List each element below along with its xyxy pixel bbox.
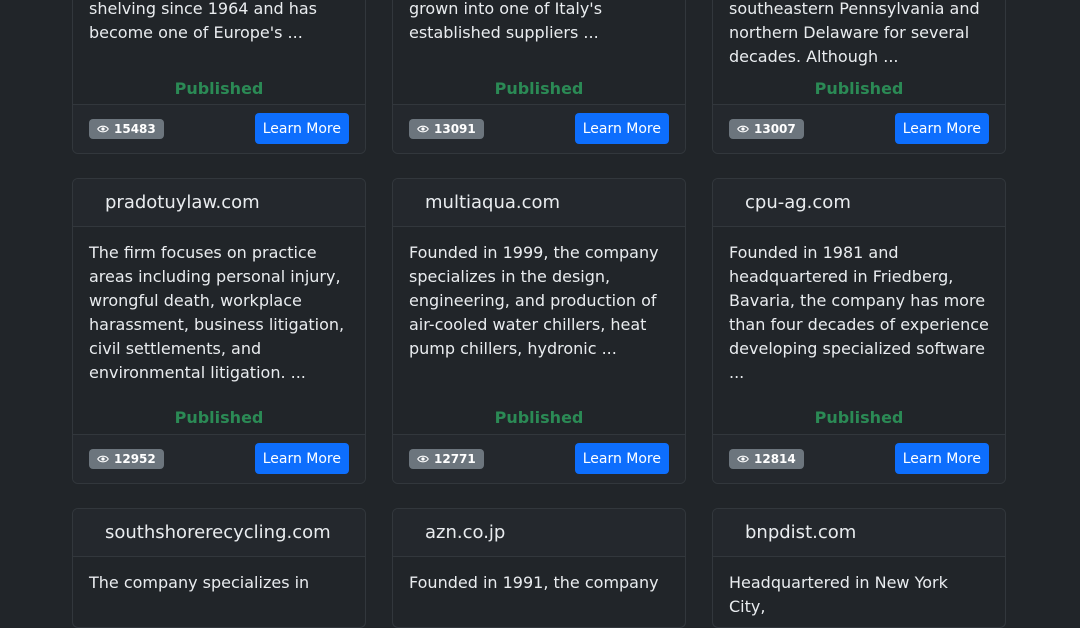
card-description: Headquartered in New York City,	[729, 573, 948, 616]
eye-icon	[737, 125, 749, 133]
company-card: cpu-ag.com Founded in 1981 and headquart…	[712, 178, 1006, 484]
learn-more-button[interactable]: Learn More	[574, 113, 669, 144]
views-count: 12771	[434, 452, 476, 466]
card-description: grown into one of Italy's established su…	[409, 0, 603, 42]
card-description: The company specializes in	[89, 573, 310, 592]
card-footer: 12771 Learn More	[393, 434, 685, 483]
status-label: Published	[494, 408, 584, 427]
views-count: 13007	[754, 122, 796, 136]
card-header: azn.co.jp	[393, 509, 685, 557]
views-count: 13091	[434, 122, 476, 136]
learn-more-button[interactable]: Learn More	[254, 443, 349, 474]
eye-icon	[417, 455, 429, 463]
card-body: southeastern Pennsylvania and northern D…	[713, 0, 1005, 69]
eye-icon	[737, 455, 749, 463]
card-body: Headquartered in New York City,	[713, 557, 1005, 619]
card-description: southeastern Pennsylvania and northern D…	[729, 0, 980, 66]
card-footer: 12814 Learn More	[713, 434, 1005, 483]
views-badge: 12952	[89, 449, 164, 469]
card-body: The company specializes in	[73, 557, 365, 595]
company-card: southeastern Pennsylvania and northern D…	[712, 0, 1006, 154]
card-header: pradotuylaw.com	[73, 179, 365, 227]
company-card: grown into one of Italy's established su…	[392, 0, 686, 154]
company-card: southshorerecycling.com The company spec…	[72, 508, 366, 628]
company-domain[interactable]: azn.co.jp	[425, 522, 505, 543]
card-description: Founded in 1999, the company specializes…	[409, 243, 659, 358]
card-body: Founded in 1999, the company specializes…	[393, 227, 685, 361]
company-card: pradotuylaw.com The firm focuses on prac…	[72, 178, 366, 484]
status-label: Published	[494, 79, 584, 98]
card-description: Founded in 1981 and headquartered in Fri…	[729, 243, 989, 382]
card-body: Founded in 1991, the company	[393, 557, 685, 595]
card-header: southshorerecycling.com	[73, 509, 365, 557]
card-footer: 15483 Learn More	[73, 104, 365, 153]
learn-more-button[interactable]: Learn More	[254, 113, 349, 144]
card-header: multiaqua.com	[393, 179, 685, 227]
company-domain[interactable]: bnpdist.com	[745, 522, 856, 543]
company-domain[interactable]: multiaqua.com	[425, 192, 560, 213]
eye-icon	[97, 125, 109, 133]
card-body: The firm focuses on practice areas inclu…	[73, 227, 365, 385]
learn-more-button[interactable]: Learn More	[894, 113, 989, 144]
card-header: bnpdist.com	[713, 509, 1005, 557]
views-count: 12814	[754, 452, 796, 466]
card-description: shelving since 1964 and has become one o…	[89, 0, 317, 42]
card-body: grown into one of Italy's established su…	[393, 0, 685, 45]
views-count: 12952	[114, 452, 156, 466]
learn-more-button[interactable]: Learn More	[894, 443, 989, 474]
company-card: azn.co.jp Founded in 1991, the company	[392, 508, 686, 628]
views-badge: 12814	[729, 449, 804, 469]
card-body: shelving since 1964 and has become one o…	[73, 0, 365, 45]
card-header: cpu-ag.com	[713, 179, 1005, 227]
card-footer: 12952 Learn More	[73, 434, 365, 483]
views-badge: 15483	[89, 119, 164, 139]
card-footer: 13007 Learn More	[713, 104, 1005, 153]
company-domain[interactable]: pradotuylaw.com	[105, 192, 260, 213]
card-description: Founded in 1991, the company	[409, 573, 659, 592]
company-card: bnpdist.com Headquartered in New York Ci…	[712, 508, 1006, 628]
status-label: Published	[814, 79, 904, 98]
views-count: 15483	[114, 122, 156, 136]
status-label: Published	[174, 408, 264, 427]
eye-icon	[417, 125, 429, 133]
company-card: multiaqua.com Founded in 1999, the compa…	[392, 178, 686, 484]
company-domain[interactable]: southshorerecycling.com	[105, 522, 331, 543]
learn-more-button[interactable]: Learn More	[574, 443, 669, 474]
status-label: Published	[174, 79, 264, 98]
views-badge: 12771	[409, 449, 484, 469]
company-domain[interactable]: cpu-ag.com	[745, 192, 851, 213]
status-label: Published	[814, 408, 904, 427]
company-card: shelving since 1964 and has become one o…	[72, 0, 366, 154]
eye-icon	[97, 455, 109, 463]
views-badge: 13091	[409, 119, 484, 139]
views-badge: 13007	[729, 119, 804, 139]
card-footer: 13091 Learn More	[393, 104, 685, 153]
card-description: The firm focuses on practice areas inclu…	[89, 243, 345, 382]
card-body: Founded in 1981 and headquartered in Fri…	[713, 227, 1005, 385]
